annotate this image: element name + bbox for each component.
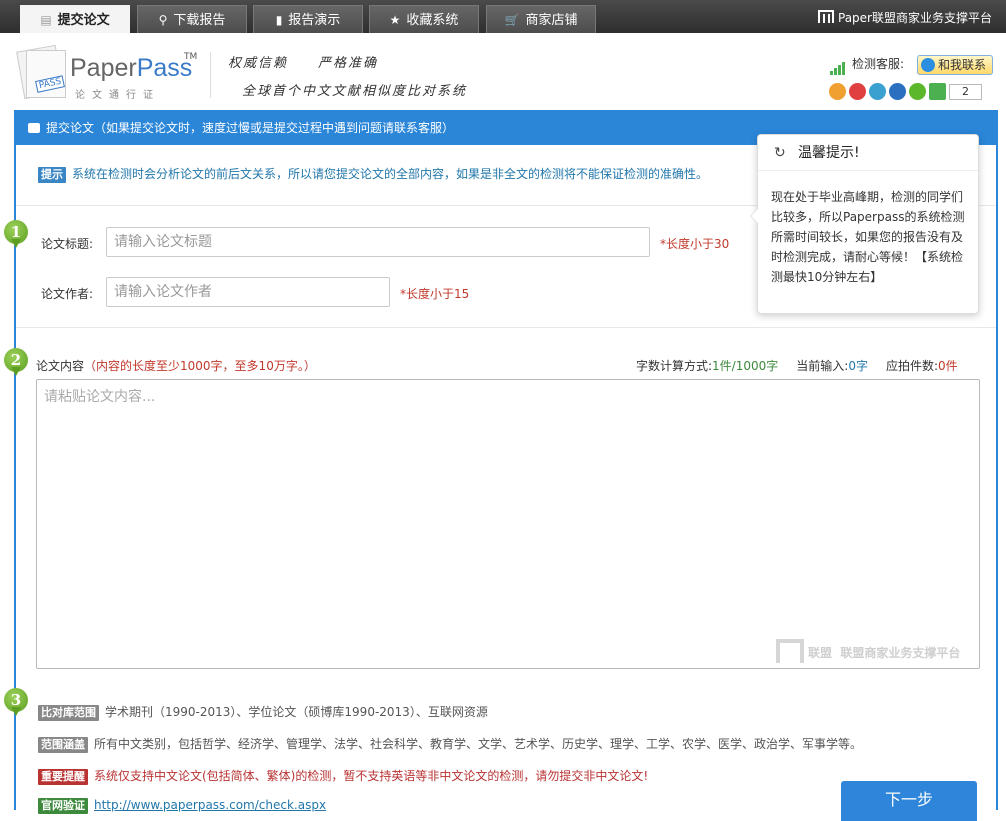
tab-label: 下载报告 — [173, 13, 226, 28]
platform-watermark: 联盟 联盟商家业务支撑平台 — [776, 639, 960, 663]
platform-link[interactable]: Paper联盟商家业务支撑平台 — [818, 0, 992, 33]
notice-title: 温馨提示! — [798, 145, 860, 161]
file-icon: ▮ — [275, 13, 283, 27]
verify-badge: 官网验证 — [38, 798, 88, 814]
scope-text: 学术期刊（1990-2013）、学位论文（硕博库1990-2013）、互联网资源 — [105, 705, 488, 719]
title-input[interactable] — [106, 227, 650, 257]
word-count-stats: 字数计算方式:1件/1000字 当前输入:0字 应拍件数:0件 — [636, 359, 958, 373]
scope-row: 比对库范围 学术期刊（1990-2013）、学位论文（硕博库1990-2013）、… — [38, 703, 488, 721]
wechat-icon[interactable] — [909, 83, 926, 100]
star-icon: ★ — [389, 13, 401, 27]
coverage-badge: 范围涵盖 — [38, 737, 88, 753]
tab-label: 提交论文 — [57, 13, 110, 28]
contact-label: 和我联系 — [938, 58, 987, 72]
content-label: 论文内容（内容的长度至少1000字，至多10万字。） — [36, 359, 316, 373]
chat-icon — [28, 123, 40, 133]
author-label: 论文作者: — [41, 287, 94, 301]
share-plus-icon[interactable] — [929, 83, 946, 100]
tab-merchant-store[interactable]: 🛒 商家店铺 — [486, 5, 596, 33]
title-length-hint: *长度小于30 — [660, 237, 730, 251]
tab-submit-paper[interactable]: ▤ 提交论文 — [20, 5, 130, 33]
contact-me-button[interactable]: 和我联系 — [917, 55, 993, 75]
coverage-row: 范围涵盖 所有中文类别，包括哲学、经济学、管理学、法学、社会科学、教育学、文学、艺… — [38, 735, 862, 753]
divider — [16, 327, 996, 328]
step-3-marker: 3 — [4, 688, 28, 718]
share-count: 2 — [949, 83, 982, 100]
tip-row: 提示 系统在检测时会分析论文的前后文关系，所以请您提交论文的全部内容，如果是非全文… — [38, 165, 708, 183]
qq-icon — [921, 58, 935, 72]
document-icon: ▤ — [40, 13, 52, 27]
service-status: 检测客服: — [830, 55, 905, 75]
top-nav-bar: ▤ 提交论文 ⚲ 下载报告 ▮ 报告演示 ★ 收藏系统 🛒 商家店铺 Paper联盟商家业… — [0, 0, 1006, 33]
title-label: 论文标题: — [41, 237, 94, 251]
logo-wordmark[interactable]: PaperPass — [70, 54, 192, 83]
tab-download-report[interactable]: ⚲ 下载报告 — [137, 5, 247, 33]
author-input[interactable] — [106, 277, 390, 307]
content-length-requirement: （内容的长度至少1000字，至多10万字。） — [84, 359, 316, 373]
m-logo-icon — [818, 10, 834, 23]
header-divider — [210, 52, 211, 98]
renren-icon[interactable] — [889, 83, 906, 100]
verify-link[interactable]: http://www.paperpass.com/check.aspx — [94, 798, 326, 812]
author-length-hint: *长度小于15 — [400, 287, 470, 301]
tab-label: 商家店铺 — [525, 13, 578, 28]
slogan-line-1: 权威信赖 严格准确 — [228, 56, 379, 71]
notice-body: 现在处于毕业高峰期，检测的同学们比较多，所以Paperpass的系统检测所需时间… — [771, 190, 965, 284]
search-icon: ⚲ — [158, 13, 168, 27]
refresh-icon: ↻ — [774, 145, 786, 161]
tencent-weibo-icon[interactable] — [869, 83, 886, 100]
logo-trademark: TM — [184, 52, 198, 62]
notice-header: ↻ 温馨提示! — [758, 135, 978, 171]
service-label: 检测客服: — [852, 57, 905, 71]
logo-subtitle: 论文通行证 — [75, 90, 160, 101]
tab-label: 报告演示 — [288, 13, 341, 28]
notice-popover: ↻ 温馨提示! 现在处于毕业高峰期，检测的同学们比较多，所以Paperpass的系… — [750, 134, 979, 314]
qzone-icon[interactable] — [829, 83, 846, 100]
important-row: 重要提醒 系统仅支持中文论文(包括简体、繁体)的检测，暂不支持英语等非中文论文的检… — [38, 767, 648, 785]
step-1-marker: 1 — [4, 220, 28, 250]
tip-text: 系统在检测时会分析论文的前后文关系，所以请您提交论文的全部内容，如果是非全文的检… — [72, 167, 709, 181]
coverage-text: 所有中文类别，包括哲学、经济学、管理学、法学、社会科学、教育学、文学、艺术学、历… — [94, 737, 863, 751]
important-text: 系统仅支持中文论文(包括简体、繁体)的检测，暂不支持英语等非中文论文的检测，请勿… — [94, 769, 649, 783]
verify-row: 官网验证 http://www.paperpass.com/check.aspx — [38, 798, 326, 814]
content-textarea[interactable] — [36, 379, 980, 669]
signal-bars-icon — [830, 57, 846, 75]
next-step-button[interactable]: 下一步 — [841, 781, 977, 821]
step-2-marker: 2 — [4, 348, 28, 378]
tab-label: 收藏系统 — [406, 13, 459, 28]
cart-icon: 🛒 — [504, 13, 520, 27]
tip-badge: 提示 — [38, 167, 66, 183]
share-bar: 2 — [829, 83, 982, 101]
logo-graphic: PASS — [16, 44, 68, 100]
important-badge: 重要提醒 — [38, 769, 88, 785]
tab-favorite-system[interactable]: ★ 收藏系统 — [369, 5, 479, 33]
weibo-icon[interactable] — [849, 83, 866, 100]
tab-report-demo[interactable]: ▮ 报告演示 — [253, 5, 363, 33]
scope-badge: 比对库范围 — [38, 705, 99, 721]
panel-title: 提交论文（如果提交论文时，速度过慢或是提交过程中遇到问题请联系客服） — [46, 121, 455, 135]
platform-name: Paper联盟商家业务支撑平台 — [838, 11, 992, 25]
slogan-line-2: 全球首个中文文献相似度比对系统 — [242, 84, 468, 99]
